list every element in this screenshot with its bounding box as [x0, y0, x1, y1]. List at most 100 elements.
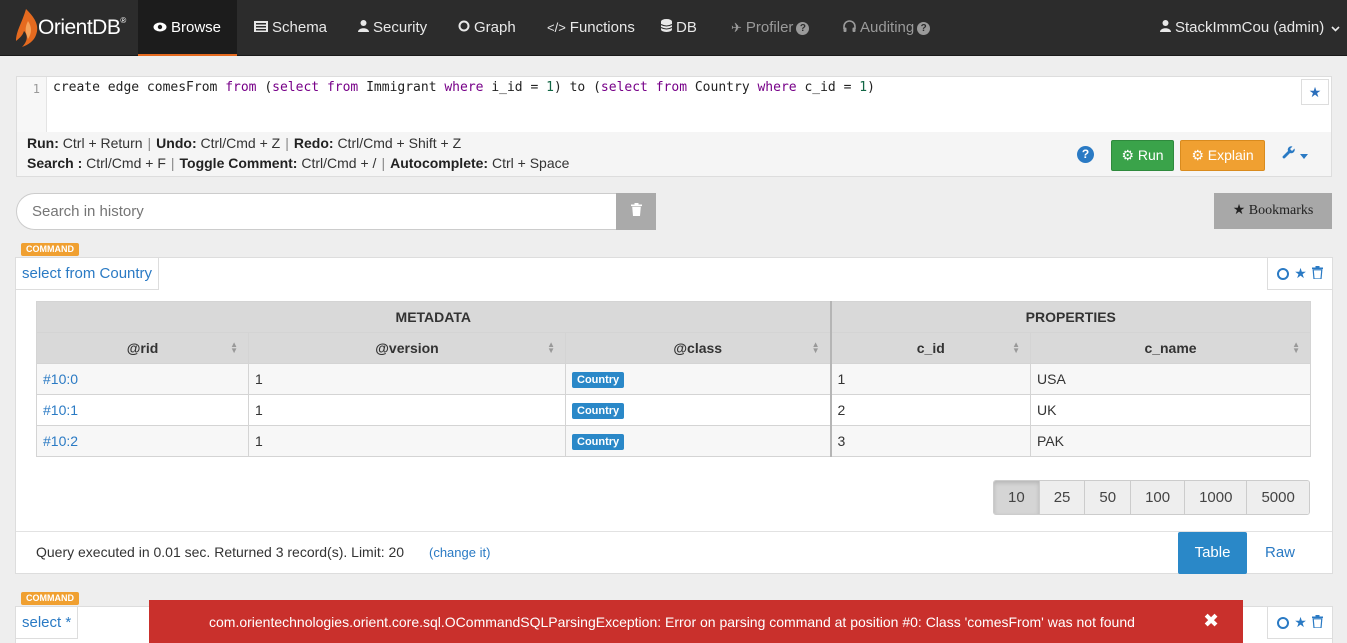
properties-group-header: PROPERTIES	[829, 301, 1312, 333]
plane-icon: ✈	[731, 20, 742, 35]
sort-icon: ▲ ▼	[230, 340, 238, 355]
trash-icon[interactable]	[1311, 265, 1323, 282]
sort-icon: ▲ ▼	[547, 340, 555, 355]
bookmark-query-button[interactable]: ★	[1301, 79, 1329, 105]
gears-icon: ⚙	[1191, 147, 1204, 163]
sort-icon: ▲ ▼	[1292, 340, 1301, 355]
nav-browse[interactable]: Browse	[138, 0, 237, 56]
sort-icon: ▲ ▼	[1012, 340, 1021, 355]
version-cell: 1	[248, 394, 566, 426]
column-header-c-id[interactable]: c_id ▲ ▼	[829, 332, 1032, 364]
class-badge[interactable]: Country	[572, 434, 625, 450]
command-badge: COMMAND	[21, 243, 79, 256]
page-size-option[interactable]: 10	[994, 481, 1040, 514]
class-cell: Country	[564, 394, 832, 426]
orientdb-logo[interactable]: OrientDB®	[14, 5, 126, 51]
c-id-cell: 2	[829, 394, 1032, 426]
trash-icon	[630, 203, 642, 219]
user-icon	[358, 0, 369, 56]
panel-actions: ★	[1267, 257, 1333, 290]
c-name-cell: USA	[1030, 363, 1312, 395]
page-size-selector: 10 25 50 100 1000 5000	[993, 480, 1310, 515]
record-id-link[interactable]: #10:0	[36, 363, 249, 395]
column-header-c-name[interactable]: c_name ▲ ▼	[1030, 332, 1312, 364]
clear-history-button[interactable]	[616, 193, 656, 230]
c-id-cell: 3	[829, 425, 1032, 457]
error-notification: com.orientechnologies.orient.core.sql.OC…	[149, 600, 1243, 643]
page-size-option[interactable]: 50	[1085, 481, 1132, 514]
nav-graph[interactable]: Graph	[458, 0, 516, 56]
page-size-option[interactable]: 100	[1131, 481, 1186, 514]
page-size-option[interactable]: 5000	[1247, 481, 1309, 514]
run-button[interactable]: ⚙ Run	[1111, 140, 1174, 171]
record-id-link[interactable]: #10:1	[36, 394, 249, 426]
page-size-option[interactable]: 1000	[1185, 481, 1248, 514]
c-name-cell: PAK	[1030, 425, 1312, 457]
trash-icon[interactable]	[1311, 614, 1323, 631]
shortcuts-line-2: Search : Ctrl/Cmd + F | Toggle Comment: Ct…	[27, 155, 570, 171]
column-header-version[interactable]: @version ▲ ▼	[248, 332, 566, 364]
view-table-button[interactable]: Table	[1178, 532, 1247, 574]
panel-actions: ★	[1267, 606, 1333, 639]
restore-icon[interactable]	[1277, 616, 1290, 629]
restore-icon[interactable]	[1277, 267, 1290, 280]
nav-schema[interactable]: Schema	[254, 0, 327, 56]
nav-security[interactable]: Security	[358, 0, 427, 56]
star-icon: ★	[1232, 203, 1246, 218]
brand-name: OrientDB®	[38, 16, 126, 39]
view-raw-button[interactable]: Raw	[1252, 532, 1308, 574]
navbar: OrientDB® Browse Schema Security Graph <…	[0, 0, 1347, 56]
page-size-option[interactable]: 25	[1039, 481, 1086, 514]
record-id-link[interactable]: #10:2	[36, 425, 249, 457]
table-icon	[254, 0, 268, 56]
headphones-icon	[843, 0, 856, 56]
column-header-class[interactable]: @class ▲ ▼	[564, 332, 832, 364]
star-icon[interactable]: ★	[1294, 265, 1307, 282]
results-table: METADATA PROPERTIES @rid ▲ ▼ @version ▲ ▼ @c…	[35, 301, 1312, 457]
c-id-cell: 1	[829, 363, 1032, 395]
query-info: Query executed in 0.01 sec. Returned 3 r…	[36, 544, 405, 560]
tools-dropdown[interactable]	[1282, 145, 1309, 163]
table-row: #10:1 1 Country 2 UK	[36, 394, 1312, 426]
eye-icon	[153, 0, 167, 56]
class-cell: Country	[564, 425, 832, 457]
class-badge[interactable]: Country	[572, 403, 625, 419]
chevron-down-icon	[1331, 23, 1340, 35]
change-limit-link[interactable]: (change it)	[429, 545, 490, 560]
help-icon: ?	[796, 22, 810, 35]
wrench-icon	[1282, 146, 1300, 163]
c-name-cell: UK	[1030, 394, 1312, 426]
circle-icon	[458, 0, 470, 56]
close-icon[interactable]: ✖	[1203, 610, 1219, 633]
table-row: #10:0 1 Country 1 USA	[36, 363, 1312, 395]
nav-auditing[interactable]: Auditing?	[843, 0, 931, 56]
error-message: com.orientechnologies.orient.core.sql.OC…	[209, 614, 1135, 630]
user-menu[interactable]: StackImmCou (admin)	[1160, 0, 1340, 56]
help-icon: ?	[917, 22, 931, 35]
shortcuts-bar: Run: Ctrl + Return | Undo: Ctrl/Cmd + Z | Re…	[16, 132, 1332, 177]
query-code[interactable]: create edge comesFrom from (select from …	[53, 80, 875, 95]
version-cell: 1	[248, 425, 566, 457]
command-badge: COMMAND	[21, 592, 79, 605]
query-editor[interactable]: 1 create edge comesFrom from (select fro…	[16, 76, 1332, 132]
database-icon	[660, 0, 673, 56]
explain-button[interactable]: ⚙ Explain	[1180, 140, 1265, 171]
gear-icon: ⚙	[1121, 147, 1134, 163]
user-icon	[1160, 0, 1171, 56]
panel-query-title[interactable]: select *	[15, 606, 79, 639]
nav-profiler[interactable]: ✈ Profiler?	[731, 0, 810, 56]
star-icon[interactable]: ★	[1294, 614, 1307, 631]
version-cell: 1	[248, 363, 566, 395]
class-cell: Country	[564, 363, 832, 395]
line-number: 1	[17, 77, 47, 132]
column-header-rid[interactable]: @rid ▲ ▼	[36, 332, 249, 364]
history-search-input[interactable]	[16, 193, 617, 230]
panel-query-title[interactable]: select from Country	[15, 257, 160, 290]
help-icon[interactable]: ?	[1077, 146, 1094, 163]
bookmarks-button[interactable]: ★ Bookmarks	[1214, 193, 1332, 229]
class-badge[interactable]: Country	[572, 372, 625, 388]
caret-down-icon	[1300, 146, 1309, 163]
nav-db[interactable]: DB	[660, 0, 697, 56]
metadata-group-header: METADATA	[35, 301, 832, 333]
nav-functions[interactable]: </> Functions	[547, 0, 635, 56]
